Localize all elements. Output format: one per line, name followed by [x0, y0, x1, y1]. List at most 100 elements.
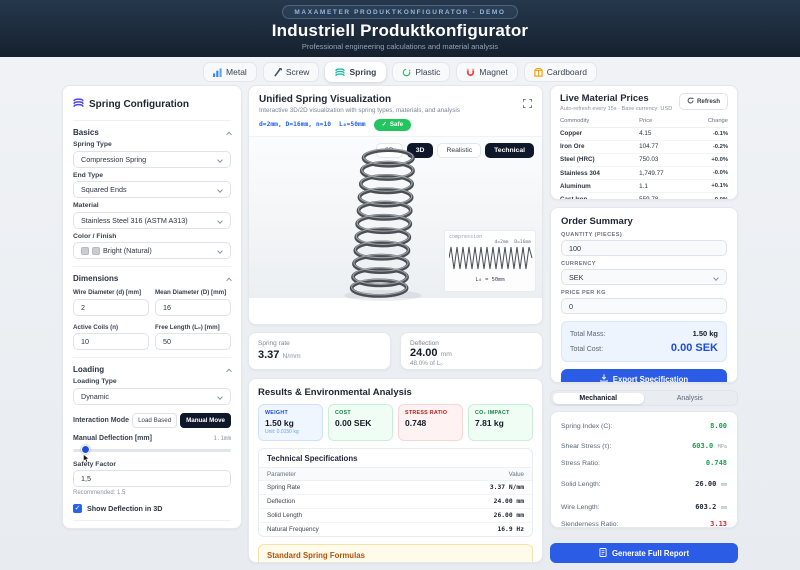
- total-cost-value: 0.00 SEK: [670, 342, 718, 354]
- manual-move-button[interactable]: Manual Move: [180, 412, 231, 428]
- download-icon: [600, 374, 608, 382]
- deflection-label: Deflection: [410, 340, 439, 347]
- spring-type-label: Spring Type: [73, 141, 112, 148]
- deflection-unit: mm: [440, 351, 452, 358]
- finish-label: Color / Finish: [73, 232, 117, 240]
- spring-configuration-panel: Spring Configuration Basics Spring Type …: [62, 85, 242, 529]
- product-tabbar: Metal Screw Spring Plastic Magnet Cardbo…: [0, 62, 800, 82]
- safety-factor-input[interactable]: [73, 470, 231, 487]
- config-title: Spring Configuration: [89, 98, 189, 110]
- quantity-input[interactable]: 100: [561, 240, 727, 256]
- tab-spring[interactable]: Spring: [325, 62, 387, 82]
- page-subtitle: Professional engineering calculations an…: [301, 42, 499, 51]
- config-spring-icon: [73, 95, 84, 113]
- manual-deflection-value: 1.1mm: [213, 435, 231, 442]
- show-deflection-checkbox[interactable]: ✓ Show Deflection in 3D: [73, 504, 231, 513]
- table-row: Solid Length 26.00 mm: [259, 508, 532, 523]
- report-document-icon: [599, 547, 607, 559]
- safety-factor-hint: Recommended: 1.5: [73, 490, 126, 496]
- list-item: Solid Length: 26.00 mm: [561, 479, 727, 488]
- view-technical-button[interactable]: Technical: [485, 142, 534, 158]
- safe-badge[interactable]: ✓ Safe: [373, 118, 412, 131]
- refresh-button[interactable]: Refresh: [678, 93, 728, 110]
- deflection-card: Deflection 24.00 mm 48.0% of L₀: [400, 332, 543, 370]
- chevron-up-icon: [226, 368, 232, 374]
- cost-card: COST 0.00 SEK: [328, 404, 393, 441]
- list-item: Wire Length: 603.2 mm: [561, 503, 727, 512]
- mouse-cursor-icon: [83, 450, 90, 468]
- spring-rate-value: 3.37: [258, 349, 280, 361]
- technical-inset: compression d=2mm D=16mm L₀ = 50mm: [444, 229, 536, 292]
- mean-diameter-label: Mean Diameter (D) [mm]: [155, 289, 227, 296]
- loading-type-select[interactable]: Dynamic: [73, 387, 231, 405]
- section-dimensions[interactable]: Dimensions: [73, 274, 232, 283]
- tab-analysis[interactable]: Analysis: [644, 393, 736, 404]
- order-title: Order Summary: [561, 216, 633, 227]
- prices-title: Live Material Prices: [560, 93, 649, 104]
- spec-header-value: Value: [415, 468, 532, 481]
- fullscreen-icon[interactable]: [523, 95, 532, 113]
- co2-impact-card: CO₂ IMPACT 7.81 kg: [468, 404, 533, 441]
- app-header: MAXAMETER PRODUKTKONFIGURATOR - DEMO Ind…: [0, 0, 800, 57]
- slider-track[interactable]: [73, 448, 231, 452]
- deflection-percent: 48.0% of L₀: [410, 360, 443, 367]
- tab-magnet[interactable]: Magnet: [456, 62, 518, 82]
- chevron-down-icon: [217, 187, 223, 193]
- price-per-kg-label: PRICE PER KG: [561, 290, 606, 296]
- section-basics[interactable]: Basics: [73, 128, 232, 137]
- finish-select[interactable]: Bright (Natural): [73, 242, 231, 259]
- screw-icon: [273, 67, 282, 77]
- total-mass-value: 1.50 kg: [692, 329, 718, 338]
- section-advanced[interactable]: Advanced: [73, 528, 231, 529]
- check-icon: ✓: [381, 121, 387, 128]
- checkbox-check-icon[interactable]: ✓: [73, 504, 82, 513]
- active-coils-label: Active Coils (n): [73, 323, 119, 331]
- mean-diameter-input[interactable]: [155, 298, 231, 316]
- wire-diameter-label: Wire Diameter (d) [mm]: [73, 289, 142, 296]
- spring-rate-card: Spring rate 3.37 N/mm: [248, 332, 391, 370]
- tab-screw[interactable]: Screw: [262, 62, 320, 82]
- generate-full-report-button[interactable]: Generate Full Report: [550, 543, 738, 563]
- tab-mechanical[interactable]: Mechanical: [552, 392, 644, 404]
- params-badge: d=2mm, D=16mm, n=10: [259, 121, 332, 128]
- list-item: Spring Index (C): 8.00: [561, 421, 727, 430]
- spring-type-select[interactable]: Compression Spring: [73, 150, 231, 168]
- chevron-up-icon: [226, 131, 232, 137]
- tab-plastic[interactable]: Plastic: [392, 62, 451, 82]
- chevron-up-icon: [226, 277, 232, 283]
- currency-select[interactable]: SEK: [561, 269, 727, 285]
- spring-3d-render: [327, 145, 437, 308]
- magnet-icon: [466, 68, 475, 77]
- load-based-button[interactable]: Load Based: [132, 412, 178, 428]
- tab-cardboard[interactable]: Cardboard: [523, 62, 597, 82]
- wire-diameter-input[interactable]: [73, 298, 149, 316]
- spring-rate-unit: N/mm: [282, 353, 301, 360]
- weight-card: WEIGHT 1.50 kg Unit: 0.0150 kg: [258, 404, 323, 441]
- mechanical-panel: Spring Index (C): 8.00 Shear Stress (τ): 6…: [550, 411, 738, 528]
- export-specification-button[interactable]: Export Specification: [561, 369, 727, 382]
- view-realistic-button[interactable]: Realistic: [437, 142, 482, 158]
- material-select[interactable]: Stainless Steel 316 (ASTM A313): [73, 211, 231, 229]
- table-row: Cast Iron 559.78 -0.0%: [560, 196, 728, 200]
- chevron-down-icon: [217, 156, 223, 163]
- order-totals: Total Mass: 1.50 kg Total Cost: 0.00 SEK: [561, 321, 727, 362]
- chevron-down-icon: [217, 248, 223, 254]
- spec-title: Technical Specifications: [259, 449, 532, 468]
- tab-metal[interactable]: Metal: [203, 62, 257, 82]
- table-row: Spring Rate 3.37 N/mm: [259, 480, 532, 495]
- total-mass-label: Total Mass:: [570, 331, 606, 338]
- table-row: Iron Ore 104.77 -0.2%: [560, 140, 728, 154]
- live-material-prices-panel: Live Material Prices Auto-refresh every …: [550, 85, 738, 200]
- viz-subtitle: Interactive 3D/2D visualization with spr…: [259, 106, 460, 114]
- formula-rate: Rate: k = (G·d⁴)/(8·D³·n): [267, 563, 524, 564]
- free-length-input[interactable]: [155, 333, 231, 350]
- list-item: Shear Stress (τ): 603.0 MPa: [561, 442, 727, 451]
- section-loading[interactable]: Loading: [73, 365, 232, 374]
- end-type-select[interactable]: Squared Ends: [73, 181, 231, 198]
- manual-deflection-slider[interactable]: [73, 445, 231, 463]
- price-per-kg-input[interactable]: 0: [561, 298, 727, 314]
- active-coils-input[interactable]: [73, 333, 149, 350]
- spring-3d-canvas[interactable]: 2D 3D Realistic Technical compression d=…: [249, 135, 542, 301]
- technical-specifications: Technical Specifications Parameter Value…: [258, 448, 533, 537]
- table-row: Copper 4.15 -0.1%: [560, 127, 728, 141]
